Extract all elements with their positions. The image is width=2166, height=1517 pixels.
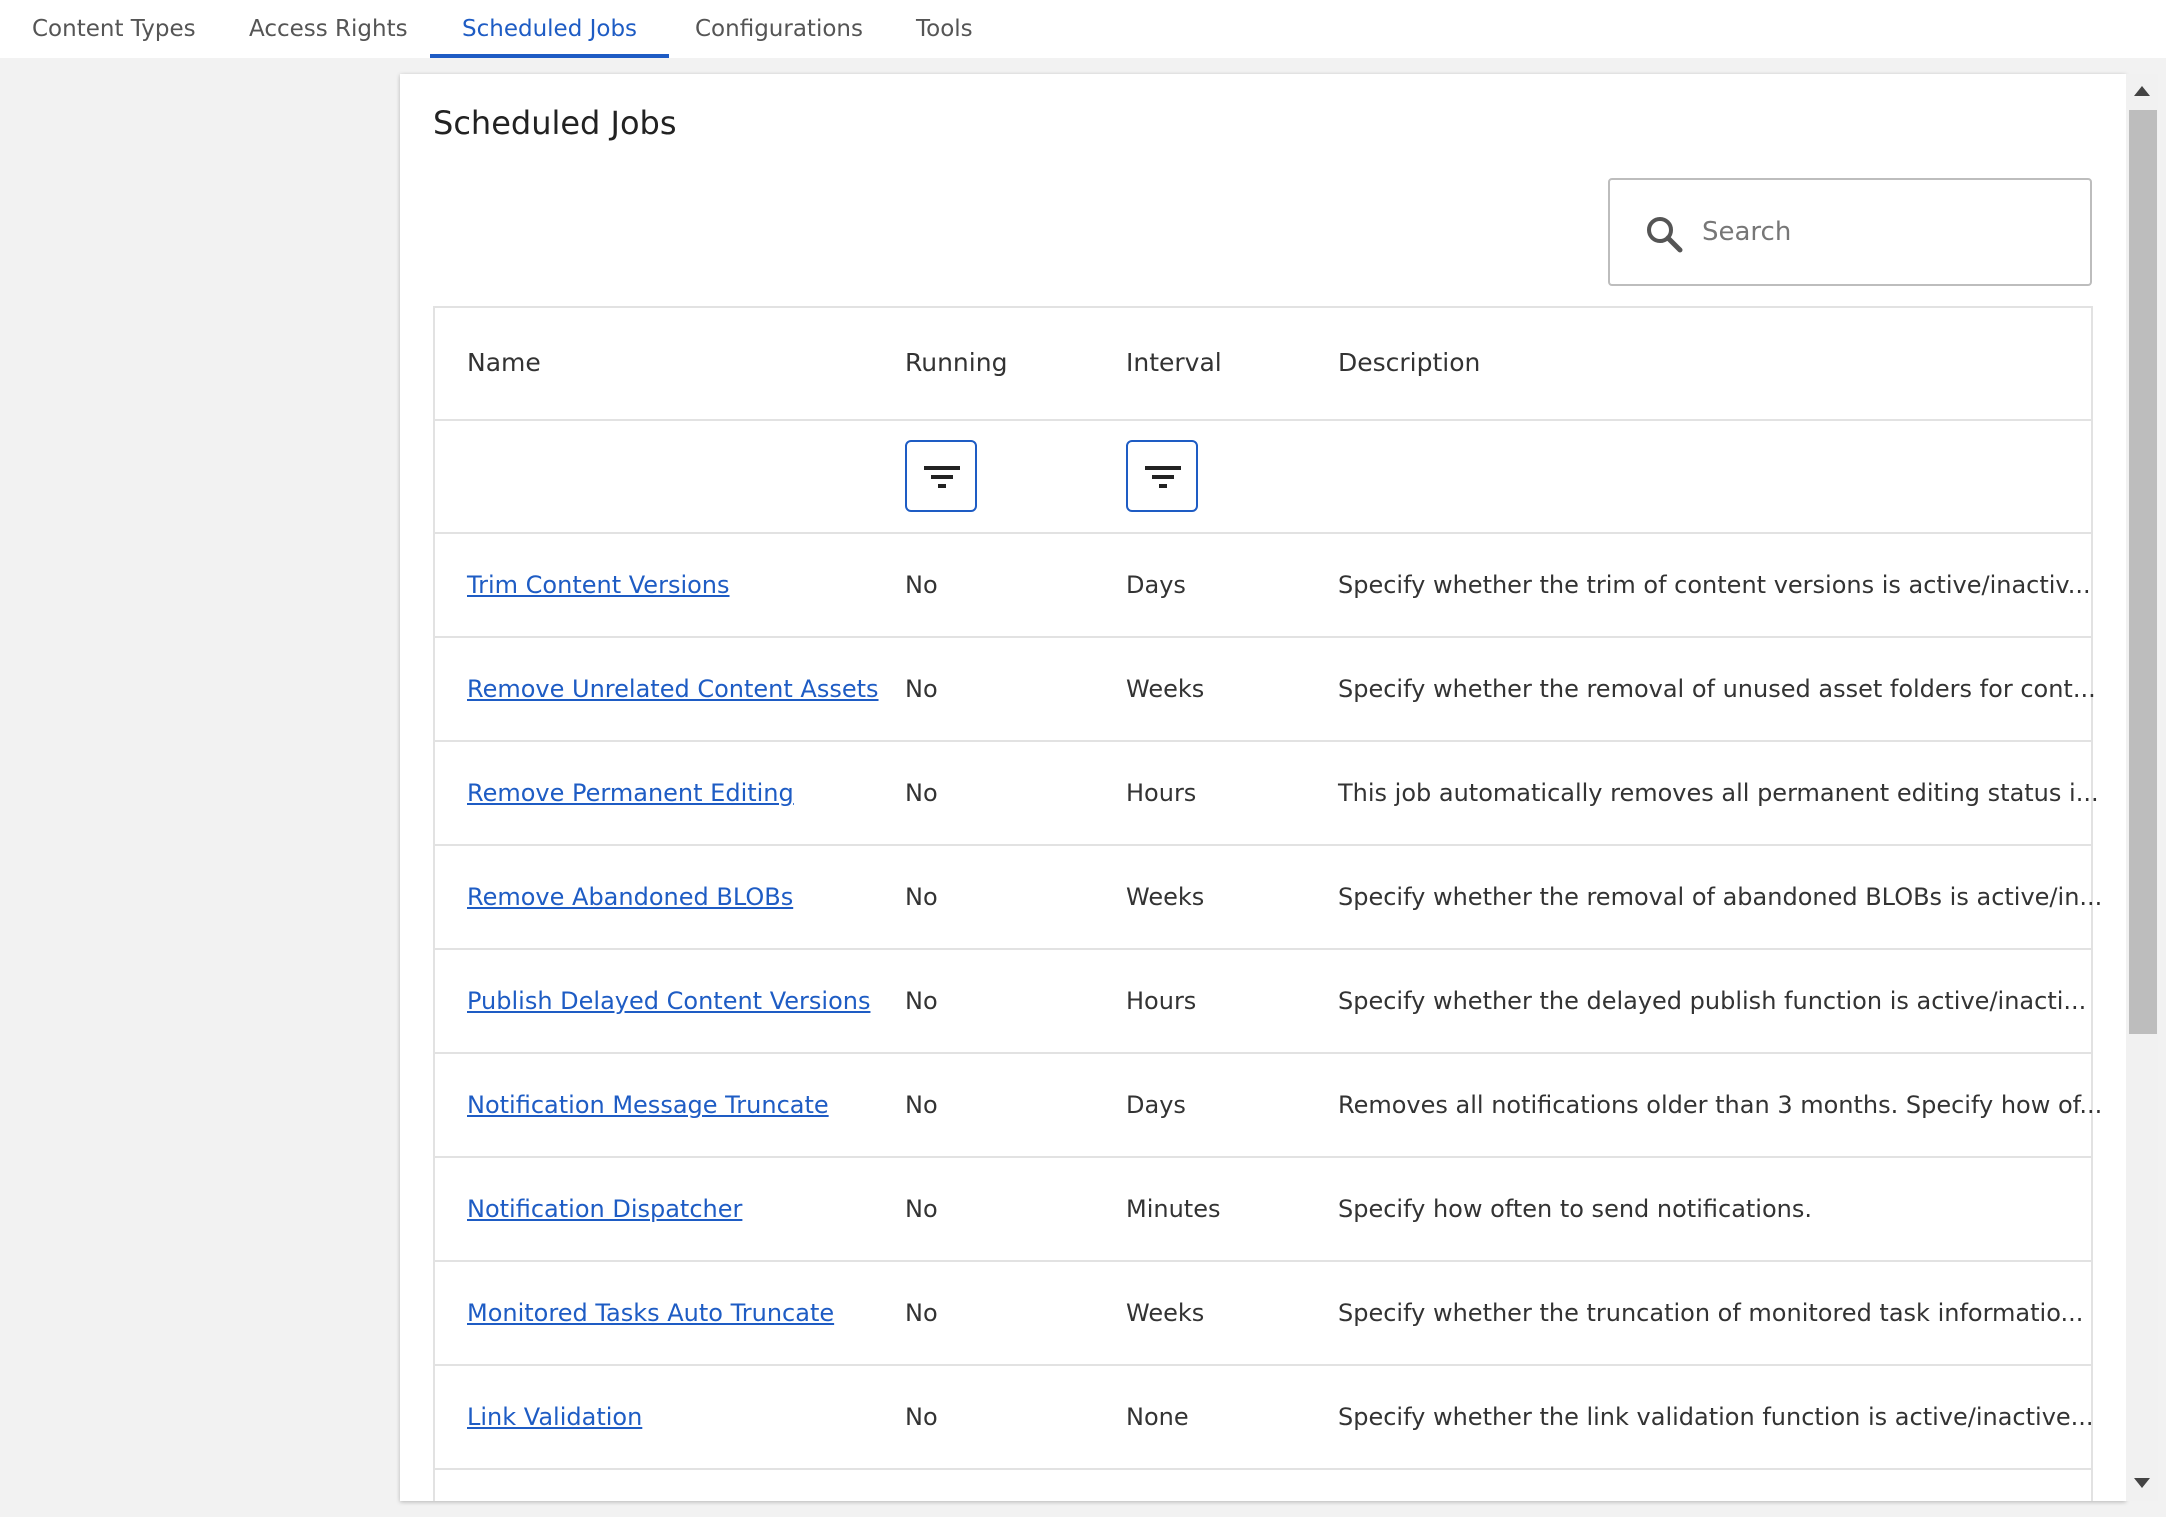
job-description: Specify whether the removal of unused as… [1338,675,2096,703]
search-input[interactable] [1702,180,2072,284]
running-filter-button[interactable] [905,440,977,512]
jobs-table: Name Running Interval Description Trim C… [433,306,2102,1501]
job-description: Specify whether the delayed publish func… [1338,987,2087,1015]
column-header-running[interactable]: Running [905,308,1007,417]
job-interval: None [1126,1403,1189,1431]
job-interval: Days [1126,1091,1186,1119]
job-running: No [905,779,938,807]
job-interval: Hours [1126,987,1197,1015]
table-row: Publish Delayed Content Versions No Hour… [435,950,2091,1054]
job-name-link[interactable]: Publish Delayed Content Versions [467,950,870,1052]
tab-access-rights[interactable]: Access Rights [249,0,408,58]
table-row: Monitored Tasks Auto Truncate No Weeks S… [435,1262,2091,1366]
interval-filter-button[interactable] [1126,440,1198,512]
tab-tools[interactable]: Tools [916,0,973,58]
scroll-down-arrow-icon[interactable] [2134,1478,2150,1488]
job-running: No [905,571,938,599]
table-row: Notification Message Truncate No Days Re… [435,1054,2102,1158]
job-interval: Weeks [1126,1299,1205,1327]
job-running: No [905,1091,938,1119]
table-header: Name Running Interval Description [435,308,2091,421]
scroll-thumb[interactable] [2129,110,2157,1034]
job-running: No [905,675,938,703]
job-name-link[interactable]: Remove Unrelated Content Assets [467,638,879,740]
table-row: Link Validation No None Specify whether … [435,1366,2094,1470]
column-header-description[interactable]: Description [1338,308,1480,417]
job-name-link[interactable]: Link Validation [467,1366,642,1468]
job-interval: Weeks [1126,675,1205,703]
filter-row [435,421,2091,534]
vertical-scrollbar[interactable] [2126,74,2158,1501]
job-running: No [905,1403,938,1431]
job-name-link[interactable]: Remove Permanent Editing [467,742,794,844]
job-interval: Hours [1126,779,1197,807]
job-interval: Days [1126,571,1186,599]
table-row: Trim Content Versions No Days Specify wh… [435,534,2091,638]
job-interval: Minutes [1126,1195,1221,1223]
table-row: Remove Abandoned BLOBs No Weeks Specify … [435,846,2102,950]
column-header-interval[interactable]: Interval [1126,308,1222,417]
filter-icon [924,466,960,488]
job-description: Removes all notifications older than 3 m… [1338,1091,2103,1119]
job-description: This job automatically removes all perma… [1338,779,2099,807]
job-description: Specify whether the link validation func… [1338,1403,2094,1431]
job-name-link[interactable]: Remove Abandoned BLOBs [467,846,793,948]
column-header-name[interactable]: Name [467,308,541,417]
job-name-link[interactable]: Monitored Tasks Auto Truncate [467,1262,834,1364]
table-row: Remove Unrelated Content Assets No Weeks… [435,638,2096,742]
job-description: Specify whether the trim of content vers… [1338,571,2091,599]
job-description: Specify whether the removal of abandoned… [1338,883,2103,911]
job-running: No [905,987,938,1015]
scheduled-jobs-panel: Scheduled Jobs Name Running Interval Des… [400,74,2126,1501]
table-row: Notification Dispatcher No Minutes Speci… [435,1158,2091,1262]
page-title: Scheduled Jobs [433,104,677,142]
search-box [1608,178,2092,286]
search-icon [1644,214,1684,254]
scroll-up-arrow-icon[interactable] [2134,86,2150,96]
tab-content-types[interactable]: Content Types [32,0,196,58]
job-running: No [905,1195,938,1223]
tab-scheduled-jobs[interactable]: Scheduled Jobs [429,0,670,58]
job-name-link[interactable]: Notification Dispatcher [467,1158,742,1260]
job-name-link[interactable]: Notification Message Truncate [467,1054,829,1156]
job-running: No [905,1299,938,1327]
top-tab-bar: Content Types Access Rights Scheduled Jo… [0,0,2166,58]
tab-configurations[interactable]: Configurations [695,0,863,58]
job-interval: Weeks [1126,883,1205,911]
job-name-link[interactable]: Trim Content Versions [467,534,730,636]
job-description: Specify how often to send notifications. [1338,1195,1812,1223]
job-description: Specify whether the truncation of monito… [1338,1299,2084,1327]
table-row: Remove Permanent Editing No Hours This j… [435,742,2099,846]
job-running: No [905,883,938,911]
filter-icon [1145,466,1181,488]
